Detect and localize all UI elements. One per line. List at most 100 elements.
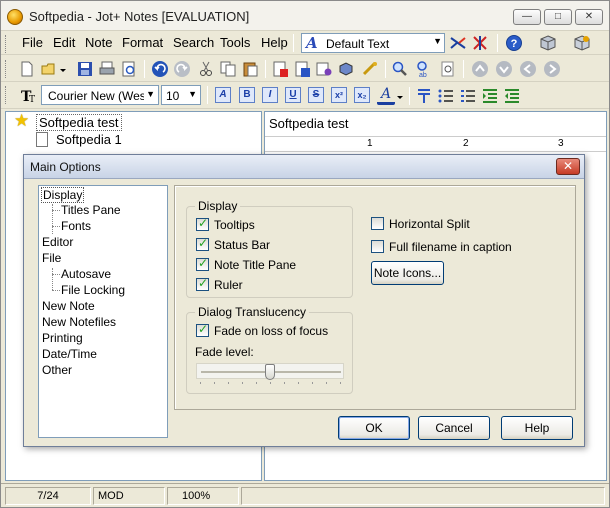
find-next-icon[interactable] xyxy=(439,60,457,78)
nav-down-icon[interactable] xyxy=(495,60,513,78)
font-color-dropdown-icon[interactable] xyxy=(395,87,405,105)
format-toolbar-grip[interactable] xyxy=(5,86,8,104)
save-icon[interactable] xyxy=(76,60,94,78)
package-icon[interactable] xyxy=(539,34,557,52)
options-category-tree[interactable]: Display Titles Pane Fonts Editor File Au… xyxy=(38,185,168,438)
encrypt-icon[interactable] xyxy=(337,60,355,78)
undo-icon[interactable] xyxy=(151,60,169,78)
menu-file[interactable]: File xyxy=(22,35,43,50)
font-name-combo[interactable]: Courier New (Weste ▼ xyxy=(41,85,159,105)
new-icon[interactable] xyxy=(18,60,36,78)
bullet-list-icon[interactable] xyxy=(437,87,455,105)
redo-icon[interactable] xyxy=(173,60,191,78)
print-icon[interactable] xyxy=(98,60,116,78)
option-file-locking[interactable]: File Locking xyxy=(61,283,125,297)
ruler[interactable]: 1 2 3 xyxy=(265,136,606,152)
option-printing[interactable]: Printing xyxy=(42,331,83,345)
properties-icon[interactable] xyxy=(315,60,333,78)
underline-button[interactable]: U xyxy=(285,87,301,103)
font-dialog-button[interactable]: A xyxy=(215,87,231,103)
nav-up-icon[interactable] xyxy=(471,60,489,78)
style-combo[interactable]: A Default Text ▼ xyxy=(301,33,445,53)
open-dropdown-icon[interactable] xyxy=(58,60,68,78)
checkbox-box[interactable] xyxy=(371,217,384,230)
checkbox-box[interactable] xyxy=(196,276,209,291)
slider-thumb[interactable] xyxy=(265,364,275,380)
nav-forward-icon[interactable] xyxy=(543,60,561,78)
cut-icon[interactable] xyxy=(197,60,215,78)
note-icons-button[interactable]: Note Icons... xyxy=(371,261,444,285)
slider-tick xyxy=(214,382,215,384)
option-editor[interactable]: Editor xyxy=(42,235,73,249)
option-other[interactable]: Other xyxy=(42,363,72,377)
checkbox-box[interactable] xyxy=(196,322,209,337)
italic-button[interactable]: I xyxy=(262,87,278,103)
delete-note-icon[interactable] xyxy=(293,60,311,78)
find-icon[interactable] xyxy=(391,60,409,78)
checkbox-box[interactable] xyxy=(371,240,384,253)
horizontal-split-checkbox[interactable]: Horizontal Split xyxy=(371,216,521,232)
style-apply-icon[interactable] xyxy=(449,34,467,52)
copy-icon[interactable] xyxy=(219,60,237,78)
checkbox-box[interactable] xyxy=(196,236,209,251)
fade-level-label: Fade level: xyxy=(195,345,254,359)
maximize-button[interactable]: □ xyxy=(544,9,572,25)
superscript-button[interactable]: x² xyxy=(331,87,347,103)
full-filename-checkbox[interactable]: Full filename in caption xyxy=(371,239,561,255)
preview-icon[interactable] xyxy=(120,60,138,78)
option-new-notefiles[interactable]: New Notefiles xyxy=(42,315,116,329)
close-button[interactable]: ✕ xyxy=(575,9,603,25)
tree-connector xyxy=(52,210,60,211)
toolbar-separator-2 xyxy=(265,60,266,78)
menu-search[interactable]: Search xyxy=(173,35,214,50)
option-titles-pane[interactable]: Titles Pane xyxy=(61,203,121,217)
checkbox-box[interactable] xyxy=(196,216,209,231)
style-remove-icon[interactable] xyxy=(471,34,489,52)
option-fonts[interactable]: Fonts xyxy=(61,219,91,233)
bold-button[interactable]: B xyxy=(239,87,255,103)
checkbox-label: Full filename in caption xyxy=(389,240,512,254)
replace-icon[interactable]: ab xyxy=(415,60,433,79)
toolbar-grip[interactable] xyxy=(5,60,8,78)
fade-on-focus-loss-checkbox[interactable]: Fade on loss of focus xyxy=(196,322,346,339)
ok-button[interactable]: OK xyxy=(338,416,410,440)
font-color-button[interactable]: A xyxy=(377,87,395,105)
option-file[interactable]: File xyxy=(42,251,61,265)
link-icon[interactable] xyxy=(361,60,379,78)
menu-format[interactable]: Format xyxy=(122,35,163,50)
fade-level-slider[interactable] xyxy=(196,363,344,380)
style-combo-value: Default Text xyxy=(326,37,390,51)
menu-help[interactable]: Help xyxy=(261,35,288,50)
option-date-time[interactable]: Date/Time xyxy=(42,347,97,361)
strikethrough-button[interactable]: S xyxy=(308,87,324,103)
help-icon[interactable]: ? xyxy=(505,34,523,52)
dialog-title-bar[interactable]: Main Options ✕ xyxy=(24,155,584,179)
dialog-close-button[interactable]: ✕ xyxy=(556,158,580,175)
help-button[interactable]: Help xyxy=(501,416,573,440)
package-export-icon[interactable] xyxy=(573,34,591,52)
checkbox-box[interactable] xyxy=(196,256,209,271)
open-icon[interactable] xyxy=(40,60,58,78)
paste-icon[interactable] xyxy=(241,60,259,78)
nav-back-icon[interactable] xyxy=(519,60,537,78)
option-new-note[interactable]: New Note xyxy=(42,299,95,313)
outdent-icon[interactable] xyxy=(503,87,521,105)
status-zoom: 100% xyxy=(167,487,239,505)
menu-tools[interactable]: Tools xyxy=(220,35,250,50)
numbered-list-icon[interactable] xyxy=(459,87,477,105)
menu-note[interactable]: Note xyxy=(85,35,112,50)
text-style-icon: A xyxy=(306,34,318,52)
menu-edit[interactable]: Edit xyxy=(53,35,75,50)
indent-icon[interactable] xyxy=(481,87,499,105)
subscript-button[interactable]: x₂ xyxy=(354,87,370,103)
font-size-combo[interactable]: 10 ▼ xyxy=(161,85,201,105)
slider-tick xyxy=(242,382,243,384)
paragraph-icon[interactable] xyxy=(415,87,433,105)
option-display[interactable]: Display xyxy=(41,187,85,203)
option-autosave[interactable]: Autosave xyxy=(61,267,111,281)
menubar-grip[interactable] xyxy=(5,35,8,53)
add-note-icon[interactable] xyxy=(271,60,289,78)
cancel-button[interactable]: Cancel xyxy=(418,416,490,440)
minimize-button[interactable]: — xyxy=(513,9,541,25)
app-window: Softpedia - Jot+ Notes [EVALUATION] — □ … xyxy=(0,0,610,508)
